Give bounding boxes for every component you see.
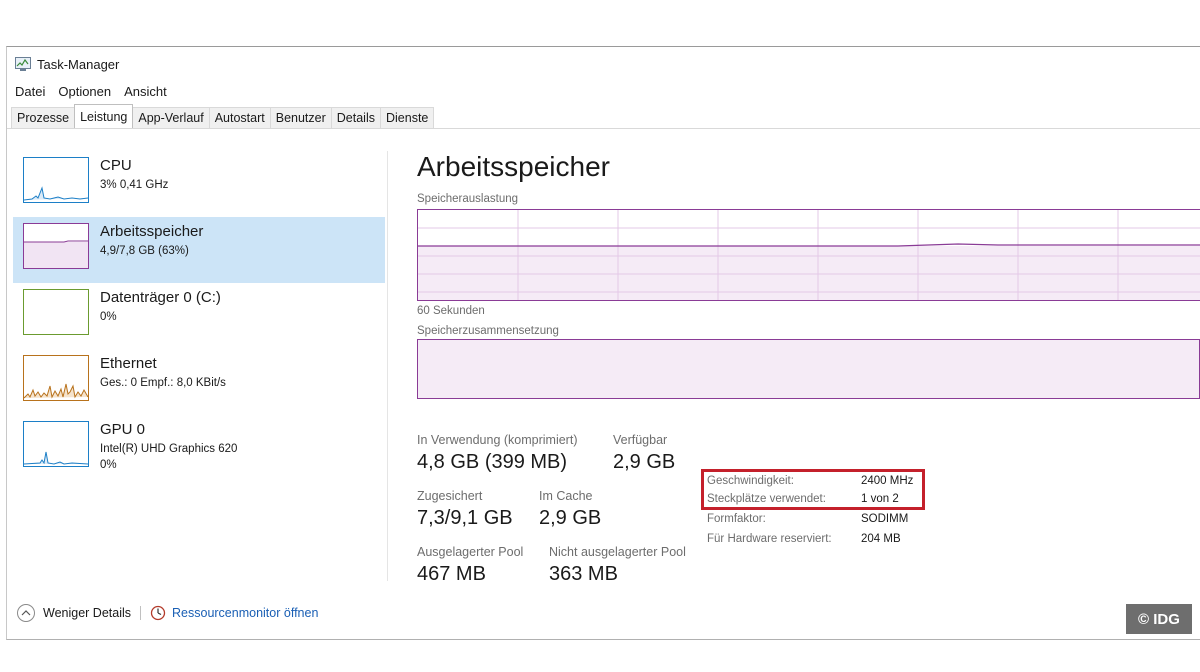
available-label: Verfügbar bbox=[613, 433, 668, 447]
gpu-thumbnail-graph bbox=[23, 421, 89, 467]
task-manager-window: Task-Manager Datei Optionen Ansicht Proz… bbox=[6, 46, 1200, 640]
form-factor-label: Formfaktor: bbox=[707, 513, 766, 525]
footer-bar: Weniger Details Ressourcenmonitor öffnen bbox=[17, 603, 318, 623]
hardware-reserved-value: 204 MB bbox=[861, 533, 901, 545]
sidebar-divider bbox=[387, 151, 388, 581]
tab-app-verlauf[interactable]: App-Verlauf bbox=[132, 107, 210, 128]
sidebar-item-gpu[interactable]: GPU 0 Intel(R) UHD Graphics 620 0% bbox=[13, 415, 385, 481]
memory-thumbnail-graph bbox=[23, 223, 89, 269]
hardware-reserved-label: Für Hardware reserviert: bbox=[707, 533, 832, 545]
sidebar-item-subtitle: 3% 0,41 GHz bbox=[100, 179, 169, 191]
nonpaged-pool-value: 363 MB bbox=[549, 563, 618, 585]
nonpaged-pool-label: Nicht ausgelagerter Pool bbox=[549, 545, 686, 559]
sidebar-item-subtitle-2: 0% bbox=[100, 459, 117, 471]
tab-prozesse[interactable]: Prozesse bbox=[11, 107, 76, 128]
resource-monitor-link[interactable]: Ressourcenmonitor öffnen bbox=[172, 606, 318, 620]
menu-optionen[interactable]: Optionen bbox=[52, 84, 118, 99]
menu-bar: Datei Optionen Ansicht bbox=[7, 81, 174, 101]
sidebar-item-title: GPU 0 bbox=[100, 421, 146, 438]
paged-pool-value: 467 MB bbox=[417, 563, 486, 585]
cached-value: 2,9 GB bbox=[539, 507, 602, 529]
tab-autostart[interactable]: Autostart bbox=[208, 107, 271, 128]
menu-datei[interactable]: Datei bbox=[9, 84, 52, 99]
available-value: 2,9 GB bbox=[613, 451, 676, 473]
in-use-value: 4,8 GB (399 MB) bbox=[417, 451, 568, 473]
cpu-thumbnail-graph bbox=[23, 157, 89, 203]
fewer-details-button[interactable]: Weniger Details bbox=[43, 606, 131, 620]
time-span-label: 60 Sekunden bbox=[417, 305, 485, 317]
footer-separator bbox=[140, 606, 142, 620]
idg-watermark: © IDG bbox=[1126, 604, 1192, 634]
disk-thumbnail-graph bbox=[23, 289, 89, 335]
sidebar-item-title: Arbeitsspeicher bbox=[100, 223, 204, 240]
menu-ansicht[interactable]: Ansicht bbox=[118, 84, 174, 99]
tab-bar: Prozesse Leistung App-Verlauf Autostart … bbox=[7, 104, 1200, 129]
sidebar-item-title: Ethernet bbox=[100, 355, 157, 372]
sidebar-item-subtitle: 4,9/7,8 GB (63%) bbox=[100, 245, 189, 257]
composition-label: Speicherzusammensetzung bbox=[417, 325, 559, 337]
window-title: Task-Manager bbox=[37, 56, 120, 72]
task-manager-icon bbox=[15, 57, 31, 71]
title-bar: Task-Manager bbox=[7, 53, 119, 75]
sidebar-item-title: Datenträger 0 (C:) bbox=[100, 289, 221, 306]
ethernet-thumbnail-graph bbox=[23, 355, 89, 401]
highlight-box bbox=[701, 469, 925, 510]
tab-details[interactable]: Details bbox=[330, 107, 381, 128]
memory-composition-bar bbox=[417, 339, 1200, 399]
usage-graph-label: Speicherauslastung bbox=[417, 193, 519, 205]
cached-label: Im Cache bbox=[539, 489, 593, 503]
memory-detail-panel: Arbeitsspeicher Speicherauslastung 60 Se… bbox=[411, 147, 1200, 597]
in-use-label: In Verwendung (komprimiert) bbox=[417, 433, 578, 447]
committed-value: 7,3/9,1 GB bbox=[417, 507, 513, 529]
sidebar-item-subtitle: Ges.: 0 Empf.: 8,0 KBit/s bbox=[100, 377, 226, 389]
sidebar-item-memory[interactable]: Arbeitsspeicher 4,9/7,8 GB (63%) bbox=[13, 217, 385, 283]
sidebar-item-ethernet[interactable]: Ethernet Ges.: 0 Empf.: 8,0 KBit/s bbox=[13, 349, 385, 415]
sidebar-item-cpu[interactable]: CPU 3% 0,41 GHz bbox=[13, 151, 385, 217]
performance-sidebar: CPU 3% 0,41 GHz Arbeitsspeicher 4,9/7,8 … bbox=[13, 151, 385, 591]
tab-benutzer[interactable]: Benutzer bbox=[269, 107, 332, 128]
sidebar-item-subtitle: Intel(R) UHD Graphics 620 bbox=[100, 443, 238, 455]
sidebar-item-subtitle: 0% bbox=[100, 311, 117, 323]
form-factor-value: SODIMM bbox=[861, 513, 909, 525]
page-title: Arbeitsspeicher bbox=[417, 151, 610, 182]
sidebar-item-title: CPU bbox=[100, 157, 132, 174]
tab-leistung[interactable]: Leistung bbox=[74, 104, 134, 128]
resource-monitor-icon bbox=[150, 605, 166, 621]
committed-label: Zugesichert bbox=[417, 489, 483, 503]
sidebar-item-disk[interactable]: Datenträger 0 (C:) 0% bbox=[13, 283, 385, 349]
paged-pool-label: Ausgelagerter Pool bbox=[417, 545, 524, 559]
chevron-up-icon[interactable] bbox=[17, 604, 35, 622]
composition-in-use-segment bbox=[418, 340, 1200, 398]
memory-usage-graph bbox=[417, 209, 1200, 301]
tab-dienste[interactable]: Dienste bbox=[379, 107, 435, 128]
